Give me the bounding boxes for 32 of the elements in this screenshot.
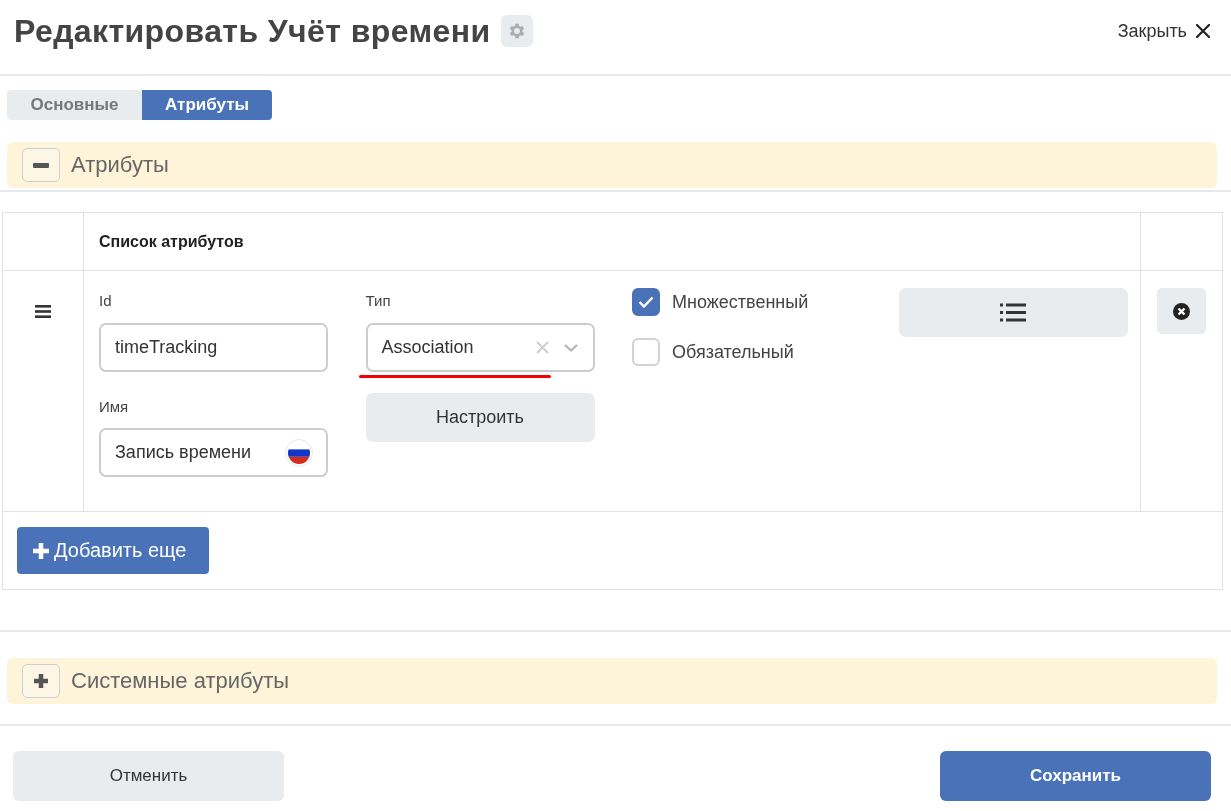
field-label: Имя — [99, 397, 129, 416]
field-label: Id — [99, 291, 112, 310]
close-icon — [1196, 24, 1210, 38]
plus-icon — [33, 673, 49, 689]
checkmark-icon — [638, 296, 654, 308]
cancel-button[interactable]: Отменить — [13, 751, 284, 801]
add-button[interactable]: Добавить еще — [17, 527, 209, 574]
id-input[interactable]: timeTracking — [99, 323, 328, 372]
minus-icon — [33, 162, 49, 168]
section-title: Системные атрибуты — [71, 668, 290, 694]
checkbox[interactable] — [632, 288, 660, 316]
tab[interactable]: Атрибуты — [142, 90, 272, 120]
column-header: Список атрибутов — [99, 232, 244, 251]
circle-x-icon — [1173, 302, 1190, 320]
configure-button[interactable]: Настроить — [365, 393, 595, 442]
section-title: Атрибуты — [71, 152, 169, 178]
remove-button[interactable] — [1157, 288, 1206, 334]
list-icon — [1000, 303, 1026, 322]
name-input[interactable]: Запись времени — [99, 428, 328, 477]
save-button[interactable]: Сохранить — [940, 751, 1211, 801]
list-button[interactable] — [898, 288, 1128, 337]
checkbox-label: Обязательный — [672, 341, 794, 363]
dialog-title: Редактировать Учёт времени — [14, 12, 491, 50]
tab[interactable]: Основные — [7, 90, 142, 120]
field-label: Тип — [365, 291, 391, 310]
collapse-button[interactable] — [22, 148, 60, 182]
checkbox-label: Множественный — [672, 291, 809, 313]
expand-button[interactable] — [22, 664, 60, 698]
plus-icon — [33, 542, 49, 559]
close-button[interactable]: Закрыть — [1117, 20, 1210, 42]
hamburger-icon[interactable] — [35, 305, 51, 318]
flag-icon[interactable] — [285, 438, 313, 467]
